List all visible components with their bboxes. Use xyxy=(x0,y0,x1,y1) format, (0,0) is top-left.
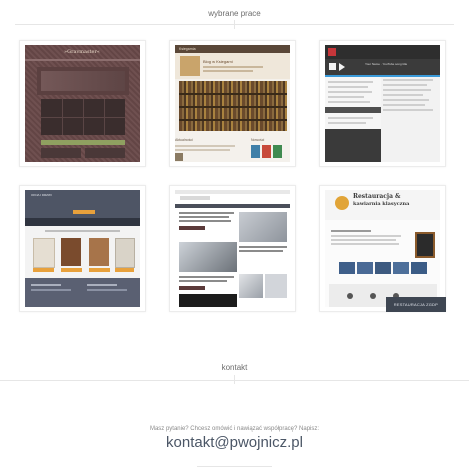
portfolio-item-portal[interactable] xyxy=(169,185,296,312)
game-logo: »Gravmaster« xyxy=(64,49,100,55)
restaurant-logo-line2: kawiarnia klasyczna xyxy=(353,201,410,207)
contact-title: kontakt xyxy=(221,363,248,372)
contact-email-link[interactable]: kontakt@pwojnicz.pl xyxy=(0,434,469,451)
contact-question: Masz pytanie? Chcesz omówić i nawiązać w… xyxy=(149,426,320,432)
portfolio-item-bookstore[interactable]: Ksiegarnia Blog w Ksiegarni Aktualności … xyxy=(169,40,296,167)
restaurant-hover-label: RESTAURACJA ZGDP xyxy=(385,297,446,312)
portfolio-item-game[interactable]: »Gravmaster« xyxy=(19,40,146,167)
portfolio-item-windows-doors[interactable]: OKNA I DRZWI xyxy=(19,185,146,312)
portfolio-item-music[interactable]: Your Name · YouTube song title xyxy=(319,40,446,167)
contact-bottom-line xyxy=(197,466,272,467)
contact-divider-tick xyxy=(234,375,235,384)
bookstore-news-heading: Aktualności xyxy=(175,138,193,142)
bookstore-logo: Ksiegarnia xyxy=(179,47,196,51)
bookstore-blog-heading: Blog w Ksiegarni xyxy=(203,59,233,64)
music-now-playing: Your Name · YouTube song title xyxy=(365,62,408,66)
bookstore-new-heading: Nowości xyxy=(251,138,265,142)
restaurant-logo-line1: Restauracja & xyxy=(353,193,401,200)
windows-doors-header: OKNA I DRZWI xyxy=(31,193,52,197)
portfolio-title: wybrane prace xyxy=(208,9,261,18)
portfolio-item-restaurant[interactable]: Restauracja & kawiarnia klasyczna RESTAU… xyxy=(319,185,446,312)
portfolio-divider-tick xyxy=(234,20,235,29)
